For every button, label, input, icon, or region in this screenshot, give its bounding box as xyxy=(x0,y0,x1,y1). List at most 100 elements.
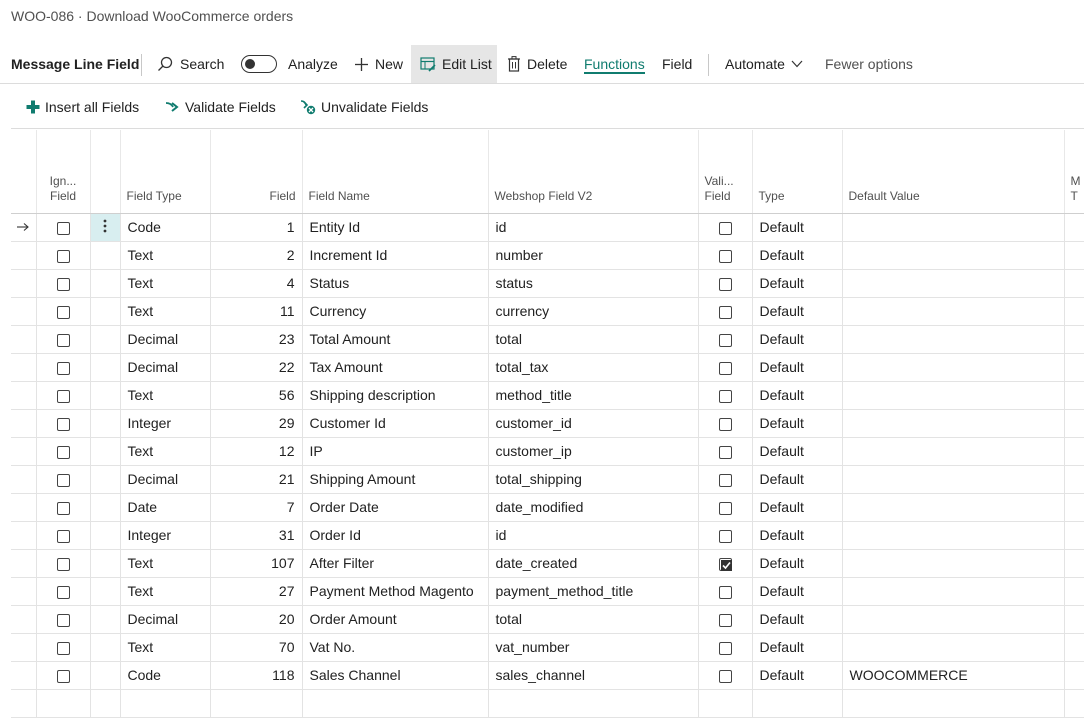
extra-cell[interactable] xyxy=(1064,549,1084,578)
col-header-extra[interactable]: MT xyxy=(1064,130,1084,214)
type-cell[interactable]: Default xyxy=(752,605,843,634)
validate-field-cell[interactable] xyxy=(698,353,753,382)
col-header-default-value[interactable]: Default Value xyxy=(842,130,1065,214)
extra-cell[interactable] xyxy=(1064,633,1084,662)
field-name-cell[interactable]: Status xyxy=(302,269,489,298)
default-value-cell[interactable] xyxy=(842,241,1065,270)
ignore-field-cell[interactable] xyxy=(36,437,91,466)
row-actions-cell[interactable] xyxy=(90,325,121,354)
extra-cell[interactable] xyxy=(1064,269,1084,298)
validate-field-cell[interactable] xyxy=(698,549,753,578)
table-row[interactable]: Text 56 Shipping description method_title De… xyxy=(11,381,1084,410)
field-cell[interactable]: 29 xyxy=(210,409,303,438)
field-type-cell[interactable]: Decimal xyxy=(120,353,211,382)
validate-field-cell[interactable] xyxy=(698,325,753,354)
ignore-field-checkbox[interactable] xyxy=(56,361,70,375)
field-name-cell[interactable]: Sales Channel xyxy=(302,661,489,690)
table-row[interactable]: Date 7 Order Date date_modified Default xyxy=(11,493,1084,522)
ignore-field-cell[interactable] xyxy=(36,353,91,382)
new-button[interactable]: New xyxy=(354,45,403,83)
ignore-field-cell[interactable] xyxy=(36,577,91,606)
webshop-field-cell[interactable]: total xyxy=(488,605,699,634)
row-selector[interactable] xyxy=(11,381,37,410)
type-cell[interactable]: Default xyxy=(752,381,843,410)
field-tab[interactable]: Field xyxy=(662,45,692,83)
default-value-cell[interactable] xyxy=(842,577,1065,606)
row-selector[interactable] xyxy=(11,241,37,270)
field-name-cell[interactable]: IP xyxy=(302,437,489,466)
row-selector[interactable] xyxy=(11,297,37,326)
validate-field-checkbox[interactable] xyxy=(718,557,732,571)
ignore-field-checkbox[interactable] xyxy=(56,557,70,571)
validate-field-checkbox[interactable] xyxy=(718,445,732,459)
table-row[interactable]: Integer 31 Order Id id Default xyxy=(11,521,1084,550)
field-cell[interactable]: 70 xyxy=(210,633,303,662)
analyze-toggle[interactable] xyxy=(241,55,277,73)
validate-field-checkbox[interactable] xyxy=(718,333,732,347)
field-cell[interactable]: 107 xyxy=(210,549,303,578)
type-cell[interactable]: Default xyxy=(752,241,843,270)
webshop-field-cell[interactable]: method_title xyxy=(488,381,699,410)
validate-field-checkbox[interactable] xyxy=(718,529,732,543)
field-type-cell[interactable]: Text xyxy=(120,297,211,326)
field-cell[interactable]: 22 xyxy=(210,353,303,382)
field-type-cell[interactable]: Text xyxy=(120,381,211,410)
fewer-options-button[interactable]: Fewer options xyxy=(825,45,913,83)
field-name-cell[interactable]: Order Amount xyxy=(302,605,489,634)
field-cell[interactable]: 56 xyxy=(210,381,303,410)
webshop-field-cell[interactable]: total xyxy=(488,325,699,354)
automate-menu[interactable]: Automate xyxy=(725,45,803,83)
type-cell[interactable]: Default xyxy=(752,493,843,522)
row-actions-cell[interactable] xyxy=(90,521,121,550)
webshop-field-cell[interactable]: number xyxy=(488,241,699,270)
row-selector[interactable] xyxy=(11,353,37,382)
field-cell[interactable]: 21 xyxy=(210,465,303,494)
type-cell[interactable]: Default xyxy=(752,465,843,494)
more-options-icon[interactable] xyxy=(103,219,107,233)
field-name-cell[interactable]: Increment Id xyxy=(302,241,489,270)
validate-field-cell[interactable] xyxy=(698,605,753,634)
row-selector[interactable] xyxy=(11,437,37,466)
validate-field-cell[interactable] xyxy=(698,577,753,606)
empty-cell[interactable] xyxy=(488,689,699,718)
col-header-webshop-field[interactable]: Webshop Field V2 xyxy=(488,130,699,214)
table-row[interactable]: Code 1 Entity Id id Default xyxy=(11,213,1084,242)
webshop-field-cell[interactable]: id xyxy=(488,213,699,242)
ignore-field-checkbox[interactable] xyxy=(56,277,70,291)
extra-cell[interactable] xyxy=(1064,353,1084,382)
validate-field-cell[interactable] xyxy=(698,381,753,410)
table-row[interactable]: Code 118 Sales Channel sales_channel Default… xyxy=(11,661,1084,690)
row-actions-cell[interactable] xyxy=(90,297,121,326)
row-actions-cell[interactable] xyxy=(90,353,121,382)
extra-cell[interactable] xyxy=(1064,521,1084,550)
validate-field-checkbox[interactable] xyxy=(718,389,732,403)
validate-field-cell[interactable] xyxy=(698,241,753,270)
ignore-field-cell[interactable] xyxy=(36,325,91,354)
col-header-type[interactable]: Type xyxy=(752,130,843,214)
default-value-cell[interactable]: WOOCOMMERCE xyxy=(842,661,1065,690)
webshop-field-cell[interactable]: total_tax xyxy=(488,353,699,382)
validate-field-cell[interactable] xyxy=(698,521,753,550)
analyze-label[interactable]: Analyze xyxy=(288,45,338,83)
ignore-field-cell[interactable] xyxy=(36,493,91,522)
field-cell[interactable]: 118 xyxy=(210,661,303,690)
field-name-cell[interactable]: Order Date xyxy=(302,493,489,522)
ignore-field-checkbox[interactable] xyxy=(56,613,70,627)
validate-field-cell[interactable] xyxy=(698,493,753,522)
edit-list-button[interactable]: Edit List xyxy=(411,45,497,83)
field-name-cell[interactable]: Entity Id xyxy=(302,213,489,242)
webshop-field-cell[interactable]: date_created xyxy=(488,549,699,578)
row-actions-cell[interactable] xyxy=(90,213,121,242)
extra-cell[interactable] xyxy=(1064,213,1084,242)
table-row[interactable]: Text 70 Vat No. vat_number Default xyxy=(11,633,1084,662)
table-row[interactable]: Text 11 Currency currency Default xyxy=(11,297,1084,326)
functions-tab[interactable]: Functions xyxy=(584,45,645,83)
webshop-field-cell[interactable]: currency xyxy=(488,297,699,326)
row-selector[interactable] xyxy=(11,633,37,662)
default-value-cell[interactable] xyxy=(842,297,1065,326)
field-type-cell[interactable]: Text xyxy=(120,437,211,466)
ignore-field-cell[interactable] xyxy=(36,241,91,270)
validate-field-cell[interactable] xyxy=(698,633,753,662)
type-cell[interactable]: Default xyxy=(752,325,843,354)
validate-field-cell[interactable] xyxy=(698,297,753,326)
